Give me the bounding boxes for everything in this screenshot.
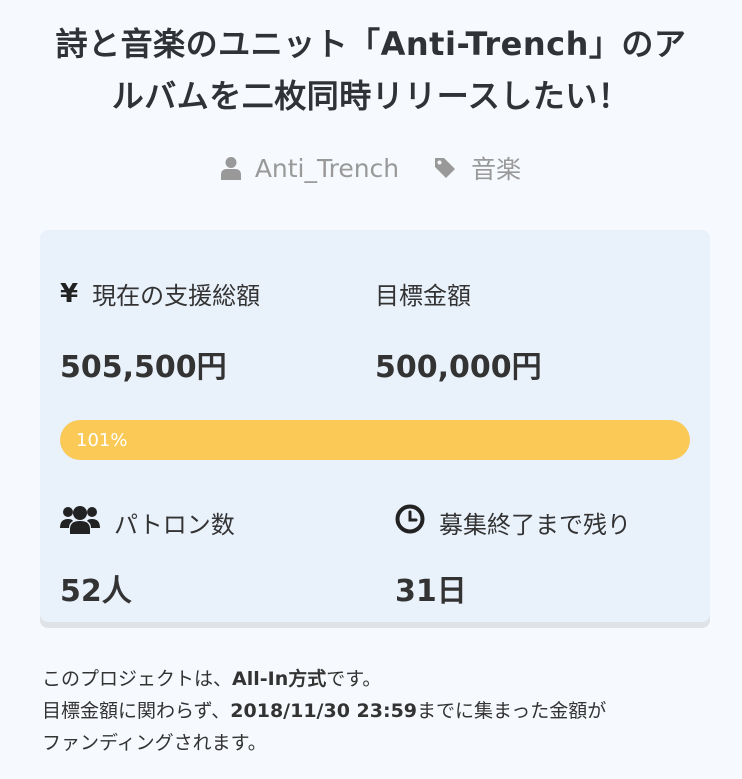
description-line-1: このプロジェクトは、All-In方式です。 xyxy=(42,663,722,695)
funding-type-name: All-In方式 xyxy=(232,668,327,690)
remaining-label: 募集終了まで残り xyxy=(395,504,631,540)
progress-percent-text: 101% xyxy=(76,429,128,451)
author-link[interactable]: Anti_Trench xyxy=(220,153,400,183)
project-meta: Anti_Trench 音楽 xyxy=(0,150,742,186)
project-title-line-2: ルバムを二枚同時リリースしたい！ xyxy=(111,77,631,115)
description-line-1-post: です。 xyxy=(326,668,382,690)
category-link[interactable]: 音楽 xyxy=(433,150,521,186)
description-line-1-pre: このプロジェクトは、 xyxy=(42,668,233,690)
user-icon xyxy=(220,156,241,180)
description-line-3: ファンディングされます。 xyxy=(42,732,267,754)
description-line-2-post: までに集まった金額が xyxy=(417,700,607,722)
progress-bar: 101% xyxy=(60,420,690,460)
author-name: Anti_Trench xyxy=(254,153,400,183)
tag-icon xyxy=(433,156,457,180)
current-amount-label-text: 現在の支援総額 xyxy=(92,282,261,310)
progress-bar-fill: 101% xyxy=(60,420,690,460)
backers-value: 52人 xyxy=(60,574,132,609)
funding-type-description: このプロジェクトは、All-In方式です。 目標金額に関わらず、2018/11/… xyxy=(42,663,722,759)
deadline-datetime: 2018/11/30 23:59 xyxy=(230,700,418,722)
project-title: 詩と音楽のユニット「Anti-Trench」のア ルバムを二枚同時リリースしたい… xyxy=(20,18,722,122)
description-line-2: 目標金額に関わらず、2018/11/30 23:59までに集まった金額が xyxy=(42,695,722,727)
yen-icon: ¥ xyxy=(60,278,79,309)
current-amount-label: ¥ 現在の支援総額 xyxy=(60,276,260,311)
remaining-value: 31日 xyxy=(395,574,467,609)
description-line-2-pre: 目標金額に関わらず、 xyxy=(42,700,231,722)
clock-icon xyxy=(395,504,425,540)
goal-amount-label: 目標金額 xyxy=(375,276,471,311)
goal-amount-label-text: 目標金額 xyxy=(375,282,471,310)
users-icon xyxy=(60,504,100,540)
goal-amount-value: 500,000円 xyxy=(375,350,542,385)
project-title-line-1: 詩と音楽のユニット「Anti-Trench」のア xyxy=(55,25,687,63)
funding-card: ¥ 現在の支援総額 505,500円 目標金額 500,000円 101% パト… xyxy=(40,230,710,622)
backers-label: パトロン数 xyxy=(60,504,235,540)
category-name: 音楽 xyxy=(471,155,522,184)
remaining-label-text: 募集終了まで残り xyxy=(439,510,631,539)
current-amount-value: 505,500円 xyxy=(60,350,227,385)
backers-label-text: パトロン数 xyxy=(114,510,235,539)
